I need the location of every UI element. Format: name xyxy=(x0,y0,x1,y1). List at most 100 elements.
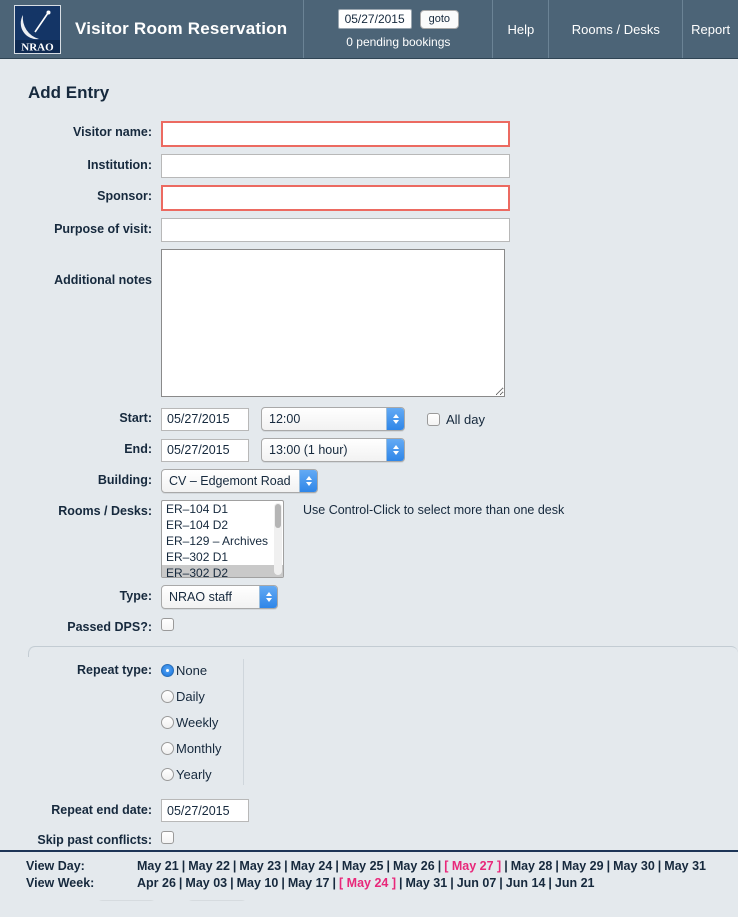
view-day-links: May 21|May 22|May 23|May 24|May 25|May 2… xyxy=(137,858,706,875)
field-row-purpose: Purpose of visit: xyxy=(0,218,738,242)
nav-item-help[interactable]: Help xyxy=(493,0,549,58)
list-item[interactable]: ER–302 D2 xyxy=(162,565,283,578)
end-time-value: 13:00 (1 hour) xyxy=(262,439,386,461)
building-select[interactable]: CV – Edgemont Road xyxy=(161,469,318,493)
visitor-name-input[interactable] xyxy=(161,121,510,147)
link-separator: | xyxy=(230,859,240,873)
skip-conflicts-checkbox[interactable] xyxy=(161,831,174,844)
nav-item-report[interactable]: Report xyxy=(683,0,738,58)
view-day-label: View Day: xyxy=(0,858,137,875)
view-day-link-4[interactable]: May 25 xyxy=(342,859,384,873)
view-week-link-0[interactable]: Apr 26 xyxy=(137,876,176,890)
link-separator: | xyxy=(384,859,394,873)
nav-item-rooms-desks[interactable]: Rooms / Desks xyxy=(549,0,683,58)
end-date-input[interactable] xyxy=(161,439,249,462)
repeat-option-daily[interactable]: Daily xyxy=(161,683,738,709)
repeat-option-none[interactable]: None xyxy=(161,657,738,683)
radio-icon[interactable] xyxy=(161,690,174,703)
field-row-notes: Additional notes xyxy=(0,249,738,400)
view-week-links: Apr 26|May 03|May 10|May 17|[ May 24 ]|M… xyxy=(137,875,595,892)
view-day-link-3[interactable]: May 24 xyxy=(291,859,333,873)
all-day-label: All day xyxy=(446,412,485,427)
view-day-link-2[interactable]: May 23 xyxy=(239,859,281,873)
list-item[interactable]: ER–129 – Archives xyxy=(162,533,283,549)
purpose-label: Purpose of visit: xyxy=(0,218,161,236)
link-separator: | xyxy=(545,876,555,890)
rooms-desks-listbox[interactable]: ER–104 D1 ER–104 D2 ER–129 – Archives ER… xyxy=(161,500,284,578)
end-time-select[interactable]: 13:00 (1 hour) xyxy=(261,438,405,462)
page-body: Add Entry Visitor name: Institution: Spo… xyxy=(0,83,738,900)
start-date-input[interactable] xyxy=(161,408,249,431)
radio-icon[interactable] xyxy=(161,742,174,755)
stepper-icon[interactable] xyxy=(386,439,404,461)
stepper-icon[interactable] xyxy=(259,586,277,608)
view-week-label: View Week: xyxy=(0,875,137,892)
view-day-link-0[interactable]: May 21 xyxy=(137,859,179,873)
link-separator: | xyxy=(496,876,506,890)
view-day-link-7[interactable]: May 28 xyxy=(511,859,553,873)
institution-label: Institution: xyxy=(0,154,161,172)
stepper-icon[interactable] xyxy=(299,470,317,492)
radio-icon[interactable] xyxy=(161,716,174,729)
repeat-option-monthly[interactable]: Monthly xyxy=(161,735,738,761)
view-day-link-8[interactable]: May 29 xyxy=(562,859,604,873)
radio-icon[interactable] xyxy=(161,768,174,781)
view-day-link-5[interactable]: May 26 xyxy=(393,859,435,873)
view-day-link-10[interactable]: May 31 xyxy=(664,859,706,873)
view-week-link-3[interactable]: May 17 xyxy=(288,876,330,890)
view-week-link-1[interactable]: May 03 xyxy=(185,876,227,890)
purpose-input[interactable] xyxy=(161,218,510,242)
view-week-link-7[interactable]: Jun 14 xyxy=(506,876,546,890)
radio-icon[interactable] xyxy=(161,664,174,677)
field-row-repeat-type: Repeat type: None Daily Weekly xyxy=(28,657,738,787)
stepper-icon[interactable] xyxy=(386,408,404,430)
view-week-link-2[interactable]: May 10 xyxy=(237,876,279,890)
start-time-value: 12:00 xyxy=(262,408,386,430)
building-value: CV – Edgemont Road xyxy=(162,470,299,492)
view-week-link-4[interactable]: [ May 24 ] xyxy=(339,876,396,890)
link-separator: | xyxy=(501,859,511,873)
start-label: Start: xyxy=(0,407,161,425)
sponsor-input[interactable] xyxy=(161,185,510,211)
field-row-passed-dps: Passed DPS?: xyxy=(0,616,738,634)
view-day-link-6[interactable]: [ May 27 ] xyxy=(444,859,501,873)
view-week-link-6[interactable]: Jun 07 xyxy=(457,876,497,890)
link-separator: | xyxy=(604,859,614,873)
institution-input[interactable] xyxy=(161,154,510,178)
view-day-link-1[interactable]: May 22 xyxy=(188,859,230,873)
link-separator: | xyxy=(332,859,342,873)
goto-button[interactable]: goto xyxy=(420,10,459,29)
add-entry-form: Visitor name: Institution: Sponsor: Purp… xyxy=(0,121,738,900)
field-row-sponsor: Sponsor: xyxy=(0,185,738,211)
all-day-checkbox[interactable] xyxy=(427,413,440,426)
start-time-select[interactable]: 12:00 xyxy=(261,407,405,431)
link-separator: | xyxy=(176,876,186,890)
field-row-institution: Institution: xyxy=(0,154,738,178)
view-week-link-5[interactable]: May 31 xyxy=(405,876,447,890)
view-week-link-8[interactable]: Jun 21 xyxy=(555,876,595,890)
link-separator: | xyxy=(179,859,189,873)
header-date-input[interactable]: 05/27/2015 xyxy=(338,9,412,29)
svg-text:NRAO: NRAO xyxy=(21,41,54,53)
view-day-link-9[interactable]: May 30 xyxy=(613,859,655,873)
visitor-name-label: Visitor name: xyxy=(0,121,161,139)
passed-dps-checkbox[interactable] xyxy=(161,618,174,631)
repeat-option-yearly[interactable]: Yearly xyxy=(161,761,738,787)
list-item[interactable]: ER–302 D1 xyxy=(162,549,283,565)
type-select[interactable]: NRAO staff xyxy=(161,585,278,609)
brand-block: NRAO Visitor Room Reservation xyxy=(0,0,304,58)
repeat-option-label: Yearly xyxy=(176,767,212,782)
list-item[interactable]: ER–104 D1 xyxy=(162,501,283,517)
repeat-option-label: Daily xyxy=(176,689,205,704)
additional-notes-textarea[interactable] xyxy=(161,249,505,397)
skip-conflicts-label: Skip past conflicts: xyxy=(28,829,161,847)
repeat-end-date-input[interactable] xyxy=(161,799,249,822)
list-item[interactable]: ER–104 D2 xyxy=(162,517,283,533)
type-value: NRAO staff xyxy=(162,586,259,608)
app-header: NRAO Visitor Room Reservation 05/27/2015… xyxy=(0,0,738,59)
link-separator: | xyxy=(227,876,237,890)
listbox-scrollbar[interactable] xyxy=(274,503,282,575)
building-label: Building: xyxy=(0,469,161,487)
repeat-option-weekly[interactable]: Weekly xyxy=(161,709,738,735)
pending-bookings-text: 0 pending bookings xyxy=(346,35,450,49)
